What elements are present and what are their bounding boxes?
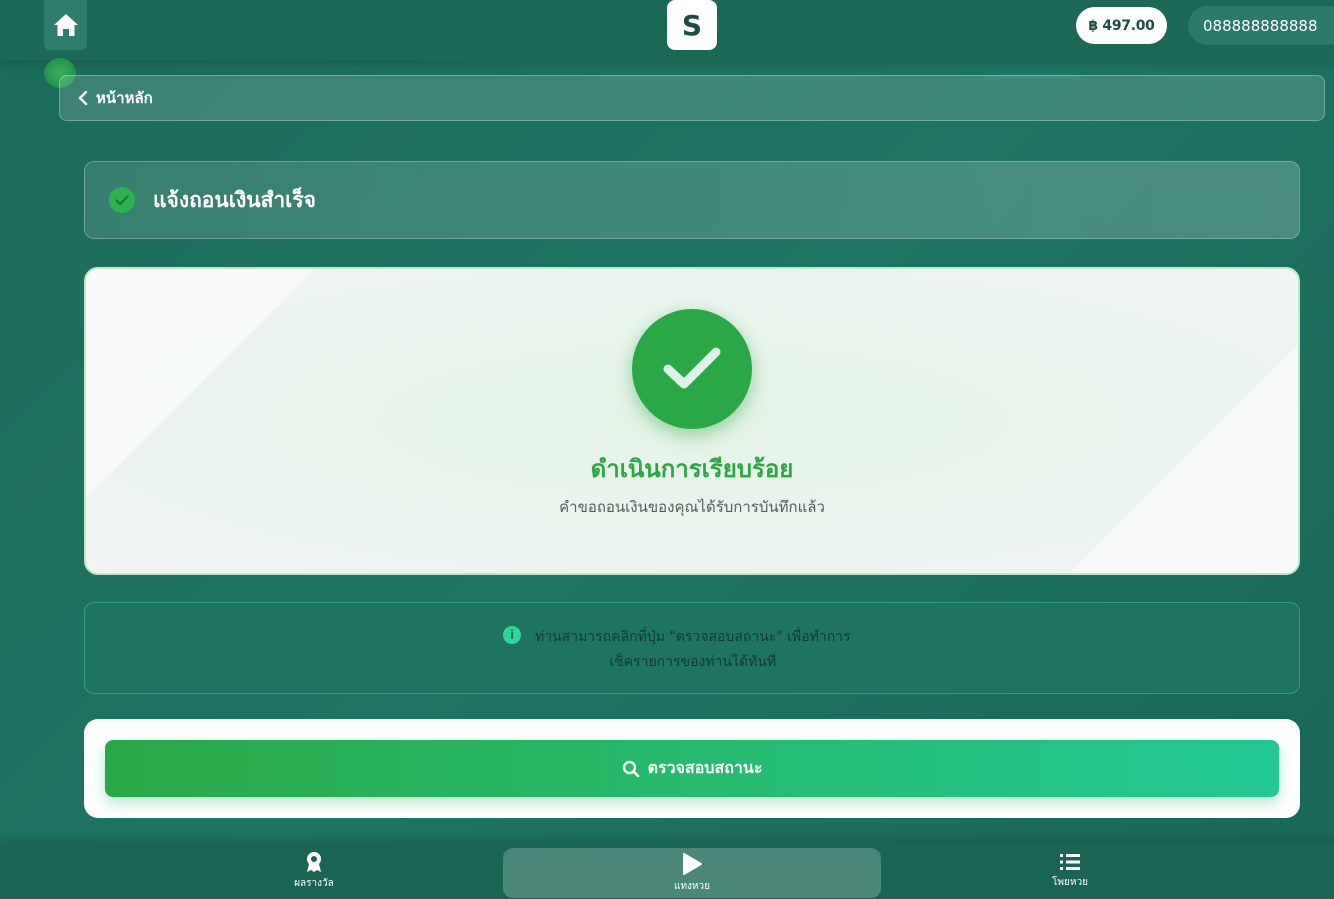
action-panel: ตรวจสอบสถานะ xyxy=(84,719,1300,818)
home-button[interactable] xyxy=(44,0,87,50)
bottom-nav: ผลรางวัล แทงหวย โพยหวย xyxy=(0,843,1334,899)
page-title: แจ้งถอนเงินสำเร็จ xyxy=(153,187,316,212)
brand-logo[interactable]: S xyxy=(667,0,717,50)
info-box: i ท่านสามารถคลิกที่ปุ่ม "ตรวจสอบสถานะ" เ… xyxy=(84,602,1300,694)
check-status-button[interactable]: ตรวจสอบสถานะ xyxy=(105,740,1279,797)
success-check-icon xyxy=(632,309,752,429)
back-breadcrumb[interactable]: หน้าหลัก xyxy=(59,75,1325,121)
balance-badge[interactable]: ฿ 497.00 xyxy=(1076,7,1167,44)
info-line-1: ท่านสามารถคลิกที่ปุ่ม "ตรวจสอบสถานะ" เพื… xyxy=(535,629,851,645)
nav-item-tickets[interactable]: โพยหวย xyxy=(1010,843,1130,899)
info-line-2: เช็ครายการของท่านได้ทันที xyxy=(609,654,777,670)
nav-label-results: ผลรางวัล xyxy=(294,878,334,889)
search-icon xyxy=(622,760,640,778)
award-icon xyxy=(307,852,321,872)
top-bar: S ฿ 497.00 088888888888 xyxy=(0,0,1334,60)
nav-label-bet: แทงหวย xyxy=(674,881,710,892)
list-icon xyxy=(1060,854,1080,870)
nav-label-tickets: โพยหวย xyxy=(1052,877,1088,888)
info-message: ท่านสามารถคลิกที่ปุ่ม "ตรวจสอบสถานะ" เพื… xyxy=(535,625,851,675)
nav-item-results[interactable]: ผลรางวัล xyxy=(254,843,374,899)
nav-item-bet[interactable]: แทงหวย xyxy=(503,848,881,898)
success-heading: ดำเนินการเรียบร้อย xyxy=(590,455,794,483)
breadcrumb-label: หน้าหลัก xyxy=(96,89,153,107)
check-circle-icon xyxy=(109,187,135,213)
chevron-left-icon xyxy=(78,91,88,105)
home-icon xyxy=(53,14,78,36)
balance-value: ฿ 497.00 xyxy=(1088,17,1155,34)
account-menu[interactable]: 088888888888 xyxy=(1188,6,1334,45)
info-icon: i xyxy=(503,626,521,644)
check-status-label: ตรวจสอบสถานะ xyxy=(647,758,763,777)
logo-letter: S xyxy=(681,8,703,42)
account-number: 088888888888 xyxy=(1203,16,1318,35)
success-subtext: คำขอถอนเงินของคุณได้รับการบันทึกแล้ว xyxy=(559,498,825,516)
play-icon xyxy=(683,853,702,875)
success-card: ดำเนินการเรียบร้อย คำขอถอนเงินของคุณได้ร… xyxy=(84,267,1300,575)
page-title-card: แจ้งถอนเงินสำเร็จ xyxy=(84,161,1300,239)
